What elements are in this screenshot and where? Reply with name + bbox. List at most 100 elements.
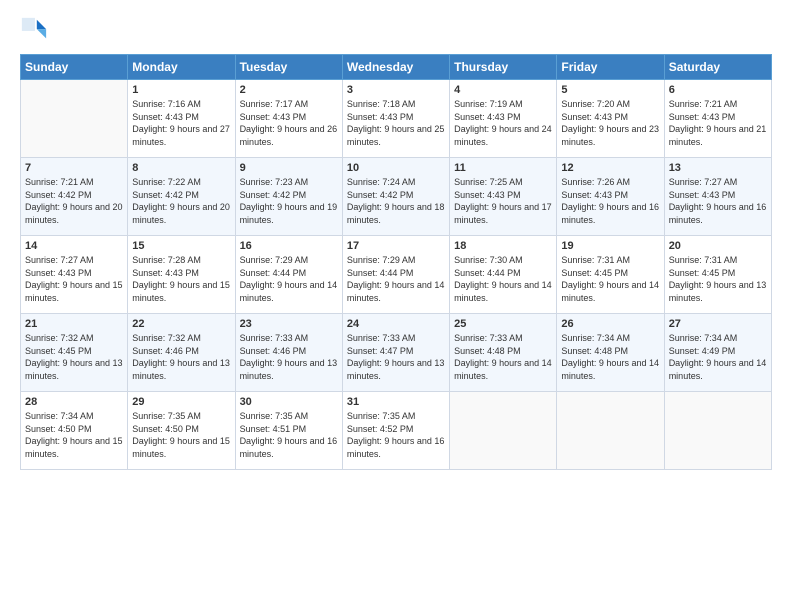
header-saturday: Saturday	[664, 55, 771, 80]
cell-3-5: 18Sunrise: 7:30 AM Sunset: 4:44 PM Dayli…	[450, 236, 557, 314]
cell-3-7: 20Sunrise: 7:31 AM Sunset: 4:45 PM Dayli…	[664, 236, 771, 314]
header-row: Sunday Monday Tuesday Wednesday Thursday…	[21, 55, 772, 80]
cell-2-4: 10 Sunrise: 7:24 AM Sunset: 4:42 PM Dayli…	[342, 158, 449, 236]
week-row-1: 1 Sunrise: 7:16 AM Sunset: 4:43 PM Daylig…	[21, 80, 772, 158]
header-monday: Monday	[128, 55, 235, 80]
day-number: 19	[561, 240, 659, 252]
cell-1-1	[21, 80, 128, 158]
day-number: 28	[25, 396, 123, 408]
week-row-3: 14 Sunrise: 7:27 AM Sunset: 4:43 PM Dayli…	[21, 236, 772, 314]
cell-info: Sunrise: 7:34 AM Sunset: 4:50 PM Dayligh…	[25, 410, 123, 460]
cell-info: Sunrise: 7:19 AM Sunset: 4:43 PM Dayligh…	[454, 98, 552, 148]
cell-3-3: 16 Sunrise: 7:29 AM Sunset: 4:44 PM Dayli…	[235, 236, 342, 314]
logo	[20, 16, 52, 44]
week-row-2: 7 Sunrise: 7:21 AM Sunset: 4:42 PM Daylig…	[21, 158, 772, 236]
day-number: 25	[454, 318, 552, 330]
week-row-4: 21 Sunrise: 7:32 AM Sunset: 4:45 PM Dayli…	[21, 314, 772, 392]
header-wednesday: Wednesday	[342, 55, 449, 80]
header-tuesday: Tuesday	[235, 55, 342, 80]
page: Sunday Monday Tuesday Wednesday Thursday…	[0, 0, 792, 612]
header-thursday: Thursday	[450, 55, 557, 80]
cell-1-2: 1 Sunrise: 7:16 AM Sunset: 4:43 PM Daylig…	[128, 80, 235, 158]
cell-3-4: 17 Sunrise: 7:29 AM Sunset: 4:44 PM Dayli…	[342, 236, 449, 314]
cell-info: Sunrise: 7:29 AM Sunset: 4:44 PM Dayligh…	[347, 254, 445, 304]
calendar-table: Sunday Monday Tuesday Wednesday Thursday…	[20, 54, 772, 470]
cell-info: Sunrise: 7:33 AM Sunset: 4:47 PM Dayligh…	[347, 332, 445, 382]
cell-info: Sunrise: 7:33 AM Sunset: 4:48 PM Dayligh…	[454, 332, 552, 382]
cell-info: Sunrise: 7:34 AM Sunset: 4:48 PM Dayligh…	[561, 332, 659, 382]
cell-info: Sunrise: 7:22 AM Sunset: 4:42 PM Dayligh…	[132, 176, 230, 226]
cell-info: Sunrise: 7:27 AM Sunset: 4:43 PM Dayligh…	[669, 176, 767, 226]
day-number: 21	[25, 318, 123, 330]
day-number: 6	[669, 84, 767, 96]
cell-info: Sunrise: 7:18 AM Sunset: 4:43 PM Dayligh…	[347, 98, 445, 148]
cell-1-7: 6Sunrise: 7:21 AM Sunset: 4:43 PM Daylig…	[664, 80, 771, 158]
day-number: 20	[669, 240, 767, 252]
week-row-5: 28 Sunrise: 7:34 AM Sunset: 4:50 PM Dayli…	[21, 392, 772, 470]
day-number: 3	[347, 84, 445, 96]
day-number: 26	[561, 318, 659, 330]
cell-info: Sunrise: 7:28 AM Sunset: 4:43 PM Dayligh…	[132, 254, 230, 304]
cell-4-5: 25 Sunrise: 7:33 AM Sunset: 4:48 PM Dayli…	[450, 314, 557, 392]
cell-info: Sunrise: 7:16 AM Sunset: 4:43 PM Dayligh…	[132, 98, 230, 148]
day-number: 22	[132, 318, 230, 330]
cell-info: Sunrise: 7:29 AM Sunset: 4:44 PM Dayligh…	[240, 254, 338, 304]
day-number: 2	[240, 84, 338, 96]
cell-2-6: 12Sunrise: 7:26 AM Sunset: 4:43 PM Dayli…	[557, 158, 664, 236]
cell-2-5: 11 Sunrise: 7:25 AM Sunset: 4:43 PM Dayli…	[450, 158, 557, 236]
cell-4-2: 22 Sunrise: 7:32 AM Sunset: 4:46 PM Dayli…	[128, 314, 235, 392]
day-number: 30	[240, 396, 338, 408]
cell-5-3: 30 Sunrise: 7:35 AM Sunset: 4:51 PM Dayli…	[235, 392, 342, 470]
cell-info: Sunrise: 7:27 AM Sunset: 4:43 PM Dayligh…	[25, 254, 123, 304]
day-number: 14	[25, 240, 123, 252]
day-number: 27	[669, 318, 767, 330]
cell-info: Sunrise: 7:32 AM Sunset: 4:45 PM Dayligh…	[25, 332, 123, 382]
cell-info: Sunrise: 7:35 AM Sunset: 4:51 PM Dayligh…	[240, 410, 338, 460]
cell-4-7: 27 Sunrise: 7:34 AM Sunset: 4:49 PM Dayli…	[664, 314, 771, 392]
day-number: 15	[132, 240, 230, 252]
day-number: 24	[347, 318, 445, 330]
cell-info: Sunrise: 7:34 AM Sunset: 4:49 PM Dayligh…	[669, 332, 767, 382]
day-number: 16	[240, 240, 338, 252]
header-friday: Friday	[557, 55, 664, 80]
cell-2-1: 7 Sunrise: 7:21 AM Sunset: 4:42 PM Daylig…	[21, 158, 128, 236]
cell-2-7: 13 Sunrise: 7:27 AM Sunset: 4:43 PM Dayli…	[664, 158, 771, 236]
cell-4-3: 23Sunrise: 7:33 AM Sunset: 4:46 PM Dayli…	[235, 314, 342, 392]
day-number: 11	[454, 162, 552, 174]
cell-info: Sunrise: 7:17 AM Sunset: 4:43 PM Dayligh…	[240, 98, 338, 148]
day-number: 4	[454, 84, 552, 96]
cell-1-3: 2 Sunrise: 7:17 AM Sunset: 4:43 PM Daylig…	[235, 80, 342, 158]
cell-3-2: 15 Sunrise: 7:28 AM Sunset: 4:43 PM Dayli…	[128, 236, 235, 314]
logo-icon	[20, 16, 48, 44]
cell-3-1: 14 Sunrise: 7:27 AM Sunset: 4:43 PM Dayli…	[21, 236, 128, 314]
day-number: 5	[561, 84, 659, 96]
cell-1-6: 5Sunrise: 7:20 AM Sunset: 4:43 PM Daylig…	[557, 80, 664, 158]
day-number: 17	[347, 240, 445, 252]
day-number: 12	[561, 162, 659, 174]
day-number: 29	[132, 396, 230, 408]
day-number: 13	[669, 162, 767, 174]
cell-info: Sunrise: 7:24 AM Sunset: 4:42 PM Dayligh…	[347, 176, 445, 226]
cell-5-1: 28 Sunrise: 7:34 AM Sunset: 4:50 PM Dayli…	[21, 392, 128, 470]
cell-5-2: 29 Sunrise: 7:35 AM Sunset: 4:50 PM Dayli…	[128, 392, 235, 470]
cell-info: Sunrise: 7:31 AM Sunset: 4:45 PM Dayligh…	[561, 254, 659, 304]
cell-5-6	[557, 392, 664, 470]
cell-2-3: 9Sunrise: 7:23 AM Sunset: 4:42 PM Daylig…	[235, 158, 342, 236]
cell-1-5: 4 Sunrise: 7:19 AM Sunset: 4:43 PM Daylig…	[450, 80, 557, 158]
cell-info: Sunrise: 7:32 AM Sunset: 4:46 PM Dayligh…	[132, 332, 230, 382]
cell-info: Sunrise: 7:23 AM Sunset: 4:42 PM Dayligh…	[240, 176, 338, 226]
cell-1-4: 3 Sunrise: 7:18 AM Sunset: 4:43 PM Daylig…	[342, 80, 449, 158]
day-number: 1	[132, 84, 230, 96]
cell-4-4: 24 Sunrise: 7:33 AM Sunset: 4:47 PM Dayli…	[342, 314, 449, 392]
cell-info: Sunrise: 7:35 AM Sunset: 4:50 PM Dayligh…	[132, 410, 230, 460]
cell-3-6: 19 Sunrise: 7:31 AM Sunset: 4:45 PM Dayli…	[557, 236, 664, 314]
cell-info: Sunrise: 7:21 AM Sunset: 4:42 PM Dayligh…	[25, 176, 123, 226]
calendar-header: Sunday Monday Tuesday Wednesday Thursday…	[21, 55, 772, 80]
day-number: 7	[25, 162, 123, 174]
day-number: 18	[454, 240, 552, 252]
day-number: 10	[347, 162, 445, 174]
cell-4-6: 26 Sunrise: 7:34 AM Sunset: 4:48 PM Dayli…	[557, 314, 664, 392]
day-number: 23	[240, 318, 338, 330]
cell-info: Sunrise: 7:25 AM Sunset: 4:43 PM Dayligh…	[454, 176, 552, 226]
cell-5-4: 31Sunrise: 7:35 AM Sunset: 4:52 PM Dayli…	[342, 392, 449, 470]
